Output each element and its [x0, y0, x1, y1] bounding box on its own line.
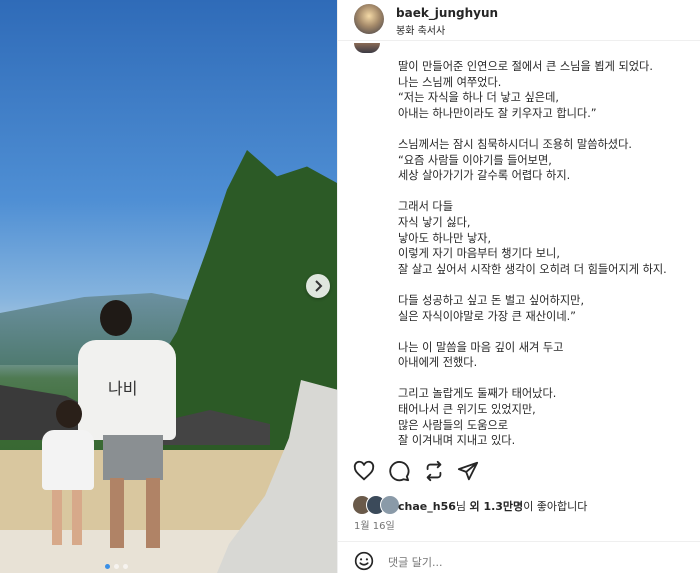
action-bar [338, 455, 700, 487]
share-button[interactable] [456, 459, 480, 483]
send-icon [457, 461, 479, 481]
comment-button[interactable] [387, 459, 411, 483]
likes-summary: chae_h56님 외 1.3만명이 좋아합니다 [398, 498, 587, 514]
instagram-post: 나비 baek_junghyun 봉화 축서사 딸이 만들어준 인연으로 절에서… [0, 0, 700, 573]
caption-text: 딸이 만들어준 인연으로 절에서 큰 스님을 뵙게 되었다. 나는 스님께 여쭈… [398, 60, 667, 448]
post-panel: baek_junghyun 봉화 축서사 딸이 만들어준 인연으로 절에서 큰 … [337, 0, 700, 573]
child-leg [52, 490, 62, 545]
likes-count[interactable]: 외 1.3만명 [470, 500, 524, 513]
liker-avatar[interactable] [380, 495, 400, 515]
heart-icon [353, 460, 375, 481]
emoji-icon [354, 551, 374, 571]
man-leg [146, 478, 160, 548]
liker-username[interactable]: chae_h56 [398, 500, 456, 513]
carousel-indicator [105, 564, 128, 569]
caption-avatar[interactable] [354, 43, 380, 53]
comment-bar [338, 541, 700, 574]
man-head [100, 300, 132, 336]
comment-input[interactable] [388, 556, 668, 569]
avatar[interactable] [354, 4, 384, 34]
carousel-dot [123, 564, 128, 569]
child-shirt [42, 430, 94, 490]
chevron-right-icon [315, 280, 323, 292]
child-figure [38, 400, 98, 560]
shirt-print: 나비 [108, 379, 138, 398]
man-shorts [103, 435, 163, 480]
child-head [56, 400, 82, 428]
likes-suffix-2: 이 좋아합니다 [523, 500, 588, 513]
username[interactable]: baek_junghyun [396, 6, 498, 20]
post-photo[interactable]: 나비 [0, 0, 337, 573]
carousel-dot [114, 564, 119, 569]
child-leg [72, 490, 82, 545]
man-leg [110, 478, 124, 548]
comment-icon [389, 461, 410, 482]
likes-row: chae_h56님 외 1.3만명이 좋아합니다 [338, 492, 700, 516]
caption-area: 딸이 만들어준 인연으로 절에서 큰 스님을 뵙게 되었다. 나는 스님께 여쭈… [338, 41, 700, 451]
repost-button[interactable] [422, 459, 446, 483]
carousel-next-button[interactable] [306, 274, 330, 298]
emoji-button[interactable] [354, 551, 374, 571]
likes-suffix-1: 님 [455, 500, 470, 513]
location-link[interactable]: 봉화 축서사 [396, 22, 445, 37]
like-button[interactable] [352, 459, 376, 483]
carousel-dot [105, 564, 110, 569]
post-header: baek_junghyun 봉화 축서사 [338, 0, 700, 41]
post-date[interactable]: 1월 16일 [354, 517, 395, 532]
repost-icon [426, 460, 442, 482]
